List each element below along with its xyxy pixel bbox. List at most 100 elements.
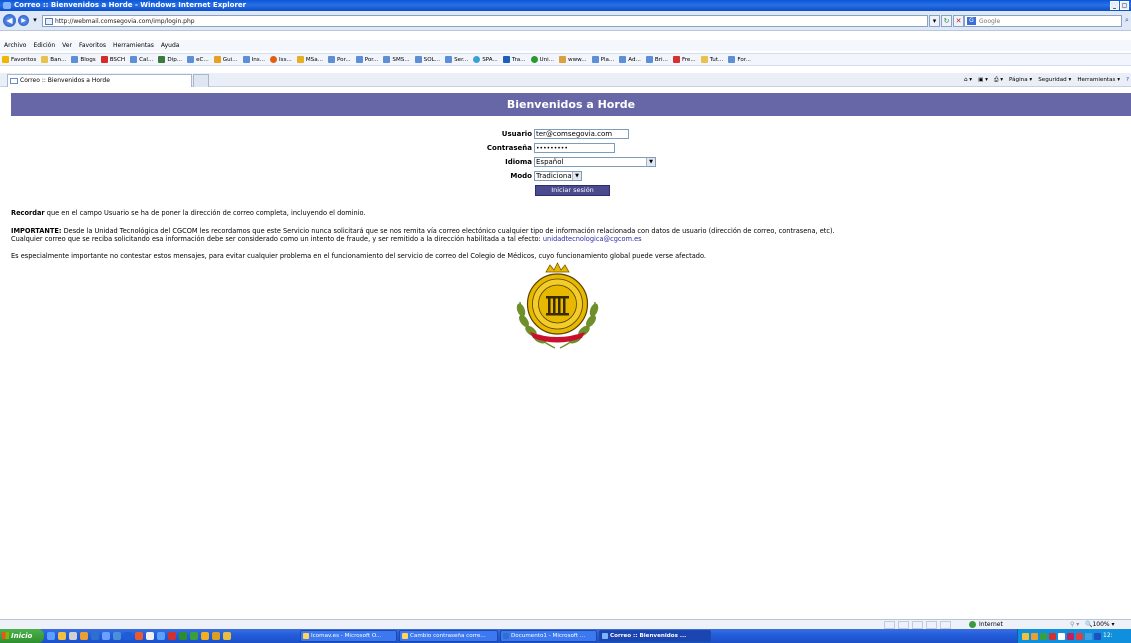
ie-icon: [602, 633, 608, 639]
zoom-control[interactable]: 🔍100% ▾: [1085, 620, 1115, 629]
tray-icon[interactable]: [1085, 632, 1092, 640]
address-dropdown-icon[interactable]: ▾: [929, 15, 940, 27]
favorite-link[interactable]: Ins...: [242, 54, 265, 65]
status-segment: [940, 621, 951, 629]
quicklaunch-app-icon[interactable]: [168, 632, 176, 640]
quicklaunch-app-icon[interactable]: [212, 632, 220, 640]
stop-icon[interactable]: ✕: [953, 15, 964, 27]
quicklaunch-excel-icon[interactable]: [179, 632, 187, 640]
fraud-email-link[interactable]: unidadtecnologica@cgcom.es: [543, 235, 642, 243]
quicklaunch-app-icon[interactable]: [113, 632, 121, 640]
quicklaunch-folder-icon[interactable]: [58, 632, 66, 640]
help-icon[interactable]: ?: [1126, 73, 1129, 87]
menu-herramientas[interactable]: Herramientas: [113, 40, 154, 51]
favorite-link[interactable]: Blogs: [71, 54, 96, 65]
taskbar-item[interactable]: Icomav.es - Microsoft O...: [300, 630, 397, 642]
quicklaunch-ie-icon[interactable]: [47, 632, 55, 640]
menu-archivo[interactable]: Archivo: [4, 40, 26, 51]
security-zone[interactable]: Internet: [969, 620, 1003, 629]
taskbar-item[interactable]: Documento1 - Microsoft ...: [500, 630, 597, 642]
search-icon[interactable]: ⌕: [1123, 15, 1131, 27]
quicklaunch-app-icon[interactable]: [223, 632, 231, 640]
clock[interactable]: 12:: [1103, 629, 1113, 643]
tray-icon[interactable]: [1058, 632, 1065, 640]
favorite-link[interactable]: Tra...: [502, 54, 526, 65]
favorite-link[interactable]: Pla...: [591, 54, 614, 65]
back-button[interactable]: ◀: [3, 14, 16, 27]
favorite-link[interactable]: SOL...: [414, 54, 440, 65]
user-input[interactable]: ter@comsegovia.com: [534, 129, 629, 139]
favorite-link[interactable]: Fre...: [672, 54, 696, 65]
favorite-link[interactable]: eC...: [187, 54, 209, 65]
home-icon[interactable]: ⌂ ▾: [964, 73, 972, 87]
tray-icon[interactable]: [1067, 632, 1074, 640]
quicklaunch-app-icon[interactable]: [201, 632, 209, 640]
word-icon: [503, 633, 509, 639]
maximize-button[interactable]: ▢: [1120, 1, 1129, 10]
taskbar-item[interactable]: Cambio contraseña corre...: [399, 630, 498, 642]
favorite-link[interactable]: Bri...: [645, 54, 668, 65]
remember-bold: Recordar: [11, 209, 45, 217]
favorite-link[interactable]: Cal...: [130, 54, 153, 65]
tray-icon[interactable]: [1094, 632, 1101, 640]
status-bar: Internet ⚲ ▾ 🔍100% ▾: [0, 619, 1131, 629]
start-button[interactable]: Inicio: [0, 629, 44, 643]
favorite-link[interactable]: www...: [559, 54, 587, 65]
quicklaunch-app-icon[interactable]: [190, 632, 198, 640]
quicklaunch-app-icon[interactable]: [146, 632, 154, 640]
refresh-icon[interactable]: ↻: [941, 15, 952, 27]
tray-icon[interactable]: [1031, 632, 1038, 640]
security-menu[interactable]: Seguridad ▾: [1038, 73, 1071, 87]
taskbar-item-active[interactable]: Correo :: Bienvenidos ...: [599, 630, 711, 642]
protected-mode-icon[interactable]: ⚲ ▾: [1070, 620, 1079, 629]
tab-correo[interactable]: Correo :: Bienvenidos a Horde: [7, 74, 192, 87]
tools-menu[interactable]: Herramientas ▾: [1077, 73, 1120, 87]
favorite-link[interactable]: Gui...: [213, 54, 238, 65]
language-select[interactable]: Español ▼: [534, 157, 656, 167]
quicklaunch-network-icon[interactable]: [102, 632, 110, 640]
tray-icon[interactable]: [1076, 632, 1083, 640]
password-input[interactable]: •••••••••: [534, 143, 615, 153]
quicklaunch-app-icon[interactable]: [135, 632, 143, 640]
menu-favoritos[interactable]: Favoritos: [79, 40, 106, 51]
menu-ver[interactable]: Ver: [62, 40, 72, 51]
login-button[interactable]: Iniciar sesión: [535, 185, 610, 196]
favorite-link[interactable]: BSCH: [100, 54, 125, 65]
print-icon[interactable]: ⎙ ▾: [994, 73, 1003, 87]
quicklaunch-word-icon[interactable]: [124, 632, 132, 640]
tray-icon[interactable]: [1022, 632, 1029, 640]
favorite-link[interactable]: MSa...: [296, 54, 323, 65]
favorite-link[interactable]: Ser...: [445, 54, 468, 65]
history-dropdown-icon[interactable]: ▾: [31, 15, 39, 27]
favorite-link[interactable]: Por...: [355, 54, 378, 65]
minimize-button[interactable]: _: [1110, 1, 1119, 10]
quicklaunch-search-icon[interactable]: [91, 632, 99, 640]
favorite-link[interactable]: Dip...: [158, 54, 182, 65]
menu-ayuda[interactable]: Ayuda: [161, 40, 180, 51]
menu-edicion[interactable]: Edición: [33, 40, 55, 51]
favorites-button[interactable]: Favoritos: [2, 54, 36, 65]
mode-select[interactable]: Tradicional ▼: [534, 171, 582, 181]
address-input[interactable]: http://webmail.comsegovia.com/imp/login.…: [42, 15, 928, 27]
quicklaunch-app-icon[interactable]: [157, 632, 165, 640]
quicklaunch-desktop-icon[interactable]: [69, 632, 77, 640]
favorite-link[interactable]: Ad...: [619, 54, 641, 65]
new-tab-button[interactable]: [193, 74, 209, 87]
favorite-link[interactable]: Ban...: [41, 54, 66, 65]
favorite-link[interactable]: SPA...: [473, 54, 498, 65]
site-icon: [502, 56, 510, 63]
favorite-link[interactable]: For...: [728, 54, 751, 65]
search-input[interactable]: G Google: [964, 15, 1122, 27]
favorite-link[interactable]: Tut...: [700, 54, 723, 65]
quicklaunch-app-icon[interactable]: [80, 632, 88, 640]
feeds-icon[interactable]: ▣ ▾: [978, 73, 988, 87]
favorite-link[interactable]: Uni...: [530, 54, 554, 65]
tray-icon[interactable]: [1049, 632, 1056, 640]
favorite-link[interactable]: Iss...: [270, 54, 292, 65]
tray-icon[interactable]: [1040, 632, 1047, 640]
forward-button[interactable]: ▶: [18, 15, 29, 26]
windows-flag-icon: [2, 632, 9, 639]
favorite-link[interactable]: SMS...: [383, 54, 410, 65]
page-menu[interactable]: Página ▾: [1009, 73, 1032, 87]
favorite-link[interactable]: Por...: [327, 54, 351, 65]
